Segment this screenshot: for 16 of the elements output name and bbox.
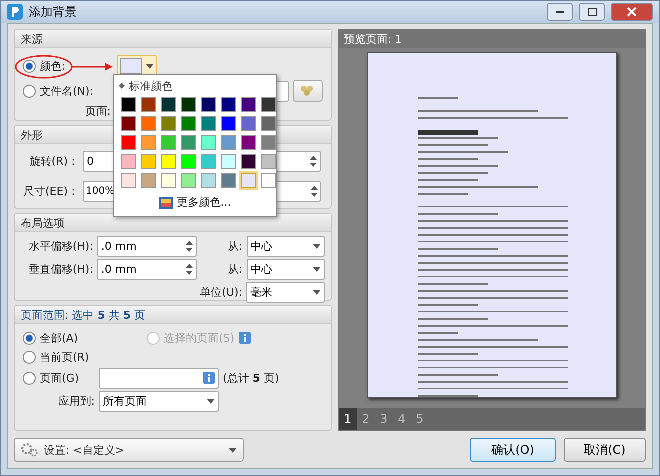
page-label: 页面: <box>84 104 111 118</box>
page-total: (总计 5 页) <box>223 370 280 386</box>
group-title: 来源 <box>15 30 331 48</box>
field-label: 单位(U): <box>199 285 242 300</box>
field-label: 垂直偏移(H): <box>28 262 94 277</box>
group-title: 页面范围: 选中 5 共 5 页 <box>15 306 331 324</box>
field-label: 应用到: <box>57 394 95 408</box>
group-title: 布局选项 <box>15 214 331 232</box>
window-title: 添加背景 <box>29 4 78 20</box>
popup-title: 标准颜色 <box>129 78 173 94</box>
field-label: 从: <box>226 262 243 277</box>
preview-title: 预览页面: 1 <box>339 30 645 48</box>
field-label: 水平偏移(H): <box>28 239 94 254</box>
field-label: 旋转(R)： <box>28 154 79 168</box>
field-label: 尺寸(EE)： <box>23 184 79 198</box>
field-label: 从: <box>226 239 243 254</box>
